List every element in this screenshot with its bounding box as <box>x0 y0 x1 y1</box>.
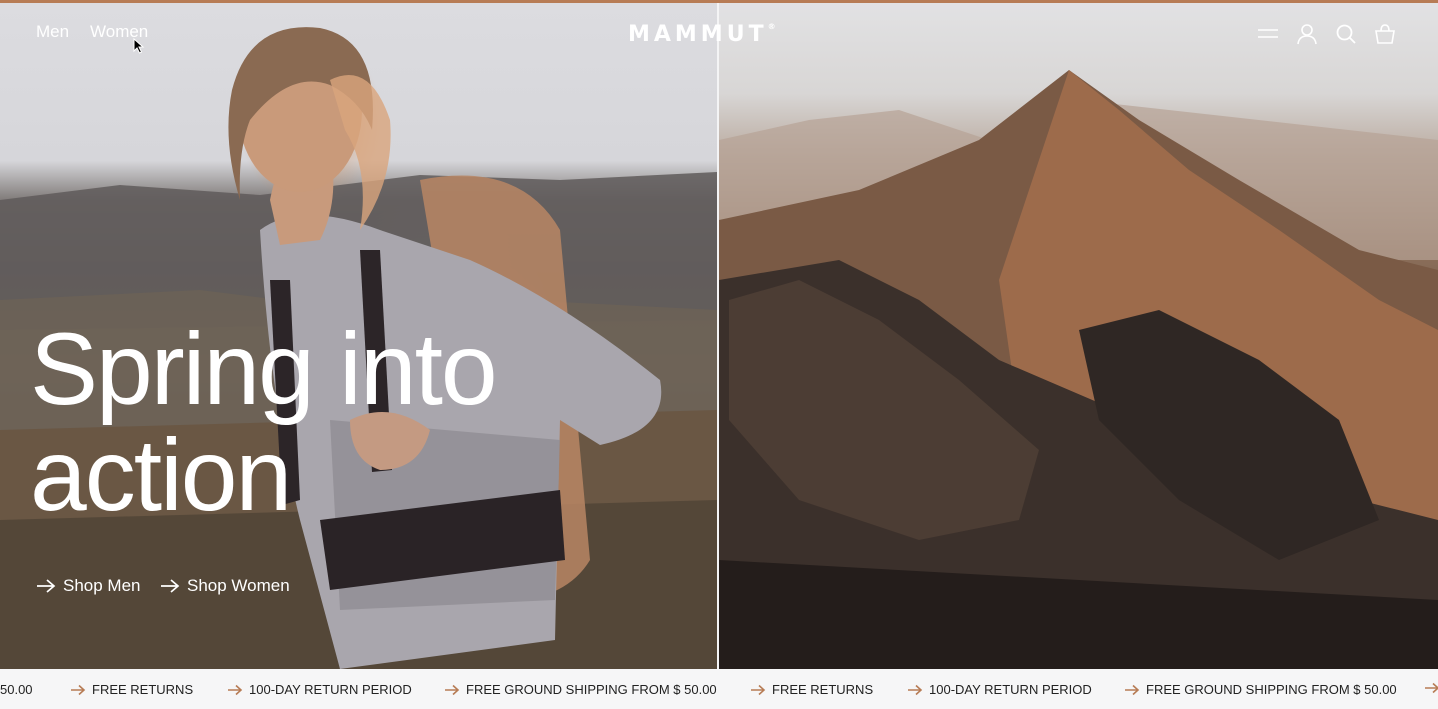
arrow-right-icon <box>751 684 766 695</box>
top-accent-bar <box>0 0 1438 3</box>
logo-text: MAMMUT <box>628 22 768 47</box>
logo-registered-mark: ® <box>767 22 776 31</box>
top-navigation: Men Women MAMMUT® <box>0 22 1438 48</box>
ticker-item: 100-DAY RETURN PERIOD <box>227 682 412 697</box>
promo-ticker: 50.00 FREE RETURNS 100-DAY RETURN PERIOD… <box>0 669 1438 709</box>
shop-men-label: Shop Men <box>63 576 141 595</box>
shop-women-label: Shop Women <box>187 576 290 595</box>
hero-headline: Spring into action <box>30 316 670 528</box>
search-icon[interactable] <box>1334 22 1358 46</box>
nav-link-men[interactable]: Men <box>36 22 69 42</box>
ticker-item-partial: 50.00 <box>0 682 33 697</box>
ticker-item: FREE GROUND SHIPPING FROM $ 50.00 <box>1124 682 1397 697</box>
ticker-text: FREE GROUND SHIPPING FROM $ 50.00 <box>1146 682 1397 697</box>
ticker-item: FREE RETURNS <box>70 682 193 697</box>
ticker-item: FREE RETURNS <box>750 682 873 697</box>
menu-icon[interactable] <box>1256 22 1280 46</box>
ticker-text: 100-DAY RETURN PERIOD <box>249 682 412 697</box>
hero-headline-line1: Spring into <box>30 312 498 426</box>
arrow-right-icon <box>37 579 56 593</box>
account-icon[interactable] <box>1295 22 1319 46</box>
ticker-item: FREE GROUND SHIPPING FROM $ 50.00 <box>444 682 717 697</box>
hero-headline-line2: action <box>30 418 292 532</box>
ticker-text: FREE RETURNS <box>92 682 194 697</box>
mountain-illustration <box>719 70 1438 669</box>
arrow-right-icon <box>908 684 923 695</box>
shop-men-link[interactable]: Shop Men <box>36 576 141 596</box>
cart-icon[interactable] <box>1373 22 1397 46</box>
arrow-right-icon <box>445 684 460 695</box>
ticker-text: 100-DAY RETURN PERIOD <box>929 682 1092 697</box>
hero-image-mountain <box>719 0 1438 669</box>
mouse-cursor-icon <box>133 38 145 54</box>
brand-logo[interactable]: MAMMUT® <box>628 22 776 47</box>
arrow-right-icon <box>1125 684 1140 695</box>
arrow-right-icon <box>161 579 180 593</box>
ticker-text: 50.00 <box>0 682 33 697</box>
arrow-right-icon <box>228 684 243 695</box>
ticker-item: 100-DAY RETURN PERIOD <box>907 682 1092 697</box>
ticker-text: FREE GROUND SHIPPING FROM $ 50.00 <box>466 682 717 697</box>
shop-women-link[interactable]: Shop Women <box>160 576 290 596</box>
arrow-right-icon <box>71 684 86 695</box>
ticker-text: FREE RETURNS <box>772 682 874 697</box>
ticker-item-partial <box>1424 682 1438 694</box>
arrow-right-icon <box>1425 682 1438 694</box>
